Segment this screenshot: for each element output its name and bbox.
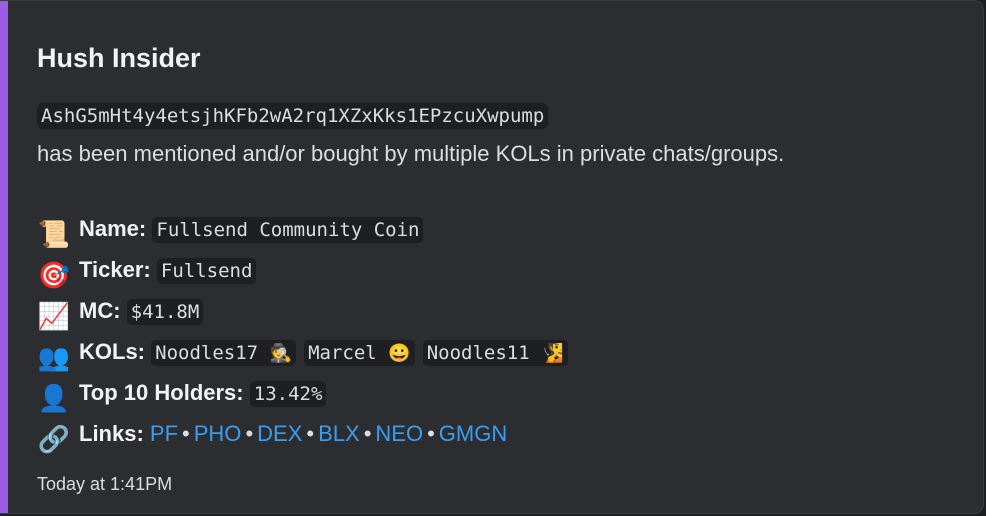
kol-chip: Marcel 😀 (304, 340, 415, 366)
field-kols: 👥 KOLs: Noodles17 🕵 Marcel 😀 Noodles11 🧏 (37, 333, 963, 374)
embed-description: has been mentioned and/or bought by mult… (37, 141, 785, 166)
field-name-label: Name: (79, 216, 147, 241)
field-ticker: 🎯 Ticker: Fullsend (37, 251, 963, 292)
link-icon: 🔗 (37, 424, 71, 454)
user-icon: 👤 (37, 383, 71, 413)
link-pf[interactable]: PF (150, 421, 178, 446)
kol-name: Marcel (308, 342, 377, 364)
message-embed: Hush Insider AshG5mHt4y4etsjhKFb2wA2rq1X… (0, 0, 984, 514)
field-mc-label: MC: (79, 298, 121, 323)
link-blx[interactable]: BLX (318, 421, 360, 446)
kol-name: Noodles17 (155, 342, 259, 364)
target-icon: 🎯 (37, 260, 71, 290)
kol-chip: Noodles17 🕵 (151, 340, 296, 366)
users-icon: 👥 (37, 342, 71, 372)
field-links: 🔗 Links: PF • PHO • DEX • BLX • NEO • GMGN (37, 415, 963, 456)
field-name: 📜 Name: Fullsend Community Coin (37, 210, 963, 251)
separator: • (363, 421, 372, 446)
contract-address-line: AshG5mHt4y4etsjhKFb2wA2rq1XZxKks1EPzcuXw… (37, 96, 963, 135)
field-holders-value: 13.42% (249, 381, 327, 407)
kol-chip: Noodles11 🧏 (422, 340, 568, 366)
link-gmgn[interactable]: GMGN (439, 421, 507, 446)
chart-up-icon: 📈 (37, 301, 71, 331)
embed-title: Hush Insider (37, 43, 201, 73)
person-icon: 🧏 (541, 343, 564, 364)
field-holders-label: Top 10 Holders: (79, 380, 244, 405)
detective-icon: 🕵 (269, 343, 292, 364)
contract-address[interactable]: AshG5mHt4y4etsjhKFb2wA2rq1XZxKks1EPzcuXw… (37, 103, 549, 129)
link-pho[interactable]: PHO (194, 421, 242, 446)
field-ticker-value: Fullsend (156, 258, 257, 284)
field-name-value: Fullsend Community Coin (152, 217, 424, 243)
separator: • (306, 421, 315, 446)
field-mc-value: $41.8M (126, 299, 204, 325)
field-mc: 📈 MC: $41.8M (37, 292, 963, 333)
link-dex[interactable]: DEX (257, 421, 302, 446)
grin-icon: 😀 (388, 343, 411, 364)
field-ticker-label: Ticker: (79, 257, 151, 282)
field-kols-label: KOLs: (79, 339, 145, 364)
separator: • (245, 421, 254, 446)
embed-accent-bar (0, 1, 8, 513)
link-neo[interactable]: NEO (375, 421, 423, 446)
separator: • (427, 421, 435, 446)
field-holders: 👤 Top 10 Holders: 13.42% (37, 374, 963, 415)
embed-content: Hush Insider AshG5mHt4y4etsjhKFb2wA2rq1X… (37, 41, 963, 495)
embed-timestamp: Today at 1:41PM (37, 474, 173, 494)
scroll-icon: 📜 (37, 219, 71, 249)
field-links-label: Links: (79, 421, 144, 446)
kol-name: Noodles11 (426, 342, 530, 364)
separator: • (182, 421, 190, 446)
